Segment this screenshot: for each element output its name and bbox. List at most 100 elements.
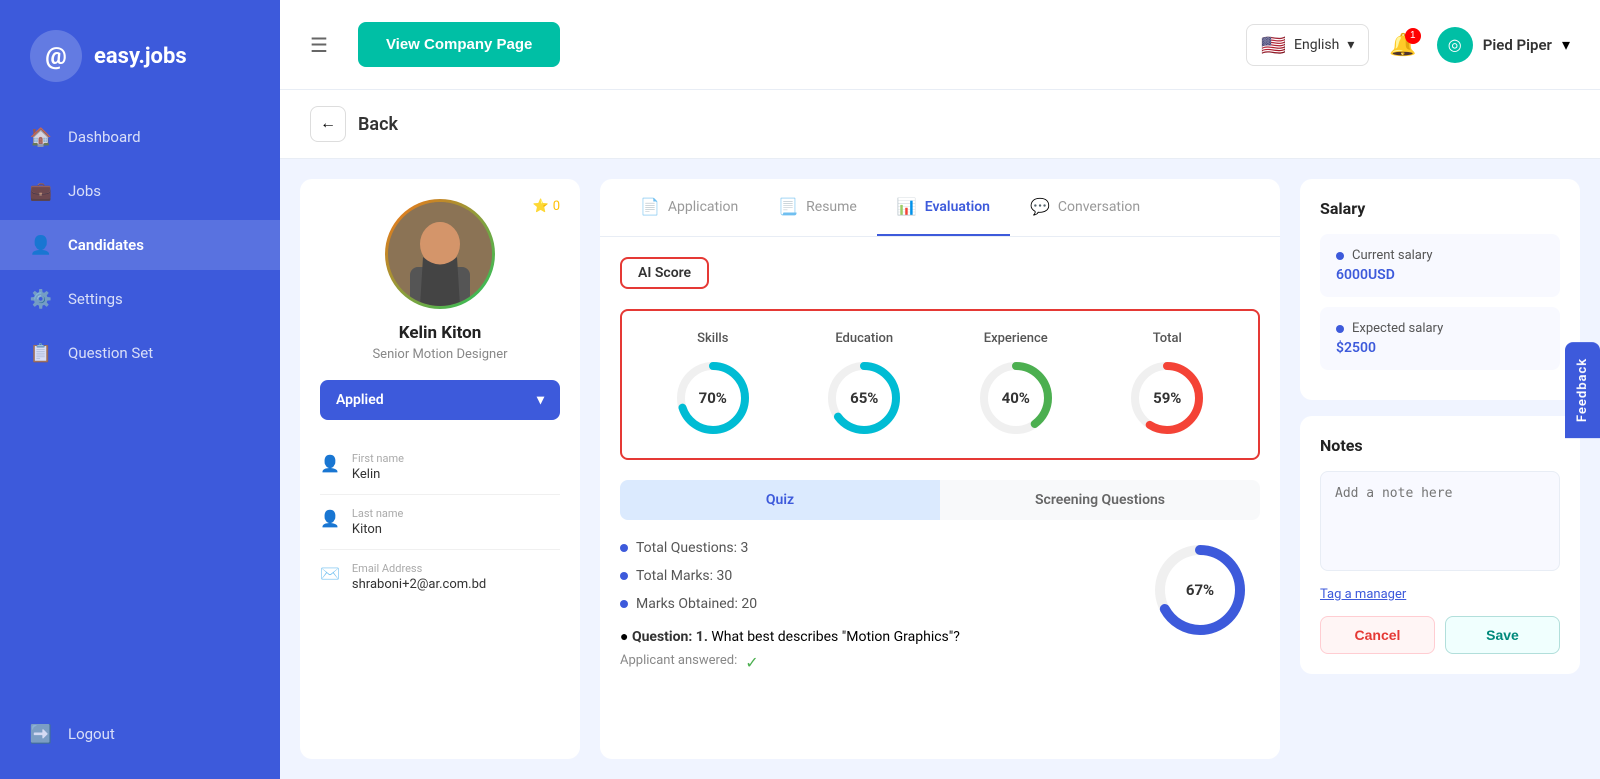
quiz-donut-value: 67% — [1186, 581, 1214, 599]
question-set-icon: 📋 — [30, 342, 52, 364]
sidebar-item-label: Candidates — [68, 236, 144, 254]
last-name-field: 👤 Last name Kiton — [320, 495, 560, 550]
notes-card: Notes Tag a manager Cancel Save — [1300, 416, 1580, 674]
sidebar: @ easy.jobs 🏠 Dashboard 💼 Jobs 👤 Candida… — [0, 0, 280, 779]
last-name-label: Last name — [352, 507, 403, 520]
tab-evaluation[interactable]: 📊 Evaluation — [877, 179, 1010, 236]
current-salary-dot — [1336, 252, 1344, 260]
sidebar-item-settings[interactable]: ⚙️ Settings — [0, 274, 280, 324]
total-marks-stat: Total Marks: 30 — [620, 568, 1120, 584]
tab-evaluation-label: Evaluation — [925, 199, 990, 215]
logo-text: easy.jobs — [94, 44, 187, 69]
status-dropdown[interactable]: Applied ▾ — [320, 380, 560, 420]
back-button[interactable]: ← — [310, 106, 346, 142]
salary-card: Salary Current salary 6000USD Expected s… — [1300, 179, 1580, 400]
resume-tab-icon: 📃 — [778, 197, 798, 216]
ai-score-badge: AI Score — [620, 257, 709, 289]
donut-container: 65% — [824, 358, 904, 438]
score-item: Total 59% — [1097, 331, 1239, 438]
sidebar-logo: @ easy.jobs — [0, 20, 280, 112]
view-company-button[interactable]: View Company Page — [358, 22, 560, 67]
back-label: Back — [358, 114, 398, 135]
sidebar-item-question-set[interactable]: 📋 Question Set — [0, 328, 280, 378]
first-name-value: Kelin — [352, 467, 404, 482]
question-text: What best describes "Motion Graphics"? — [711, 629, 960, 645]
sidebar-item-label: Jobs — [68, 182, 101, 200]
expected-salary-item: Expected salary $2500 — [1320, 307, 1560, 370]
status-label: Applied — [336, 392, 384, 408]
score-label: Experience — [984, 331, 1048, 346]
sidebar-item-dashboard[interactable]: 🏠 Dashboard — [0, 112, 280, 162]
quiz-question: ● Question: 1. What best describes "Moti… — [620, 628, 1120, 645]
notes-actions: Cancel Save — [1320, 616, 1560, 654]
sidebar-item-label: Settings — [68, 290, 123, 308]
conversation-tab-icon: 💬 — [1030, 197, 1050, 216]
logout-button[interactable]: ➡️ Logout — [0, 709, 280, 759]
evaluation-tab-icon: 📊 — [897, 197, 917, 216]
company-selector[interactable]: ◎ Pied Piper ▾ — [1437, 27, 1570, 63]
quiz-donut: 67% — [1150, 540, 1250, 640]
sidebar-item-label: Question Set — [68, 344, 153, 362]
quiz-content: Total Questions: 3 Total Marks: 30 Marks… — [620, 540, 1260, 672]
content: ← Back ⭐ 0 — [280, 90, 1600, 779]
avatar-wrapper — [385, 199, 495, 309]
avatar — [388, 202, 492, 306]
last-name-value: Kiton — [352, 522, 403, 537]
sub-tab-bar: Quiz Screening Questions — [620, 480, 1260, 520]
sidebar-item-candidates[interactable]: 👤 Candidates — [0, 220, 280, 270]
star-badge: ⭐ 0 — [533, 199, 561, 214]
company-avatar: ◎ — [1437, 27, 1473, 63]
current-salary-item: Current salary 6000USD — [1320, 234, 1560, 297]
salary-section-title: Salary — [1320, 199, 1560, 218]
tab-conversation-label: Conversation — [1058, 199, 1140, 215]
current-salary-amount: 6000USD — [1336, 267, 1544, 283]
first-name-label: First name — [352, 452, 404, 465]
notes-textarea[interactable] — [1320, 471, 1560, 571]
bullet-icon-2 — [620, 572, 628, 580]
score-item: Experience 40% — [945, 331, 1087, 438]
expected-salary-dot — [1336, 325, 1344, 333]
candidates-icon: 👤 — [30, 234, 52, 256]
hamburger-icon[interactable]: ☰ — [310, 33, 328, 57]
right-sidebar: Salary Current salary 6000USD Expected s… — [1300, 179, 1580, 759]
feedback-tab[interactable]: Feedback — [1565, 341, 1600, 437]
jobs-icon: 💼 — [30, 180, 52, 202]
sub-tab-screening[interactable]: Screening Questions — [940, 480, 1260, 520]
candidate-title: Senior Motion Designer — [372, 347, 507, 362]
notification-button[interactable]: 🔔 1 — [1389, 32, 1416, 58]
score-item: Education 65% — [794, 331, 936, 438]
email-label: Email Address — [352, 562, 486, 575]
sub-tab-quiz[interactable]: Quiz — [620, 480, 940, 520]
language-selector[interactable]: 🇺🇸 English ▾ — [1246, 24, 1369, 66]
candidate-card: ⭐ 0 — [300, 179, 580, 759]
donut-value: 65% — [850, 389, 878, 407]
current-salary-label: Current salary — [1336, 248, 1544, 263]
quiz-info: Total Questions: 3 Total Marks: 30 Marks… — [620, 540, 1120, 672]
score-label: Skills — [697, 331, 728, 346]
tab-resume[interactable]: 📃 Resume — [758, 179, 877, 236]
user-icon-2: 👤 — [320, 509, 340, 537]
score-item: Skills 70% — [642, 331, 784, 438]
first-name-field: 👤 First name Kelin — [320, 440, 560, 495]
donut-value: 59% — [1153, 389, 1181, 407]
donut-container: 59% — [1127, 358, 1207, 438]
tab-conversation[interactable]: 💬 Conversation — [1010, 179, 1160, 236]
total-marks: Total Marks: 30 — [636, 568, 732, 584]
candidate-name: Kelin Kiton — [399, 323, 482, 343]
bullet-icon-3 — [620, 600, 628, 608]
cancel-button[interactable]: Cancel — [1320, 616, 1435, 654]
star-count: 0 — [553, 199, 560, 214]
settings-icon: ⚙️ — [30, 288, 52, 310]
flag-icon: 🇺🇸 — [1261, 33, 1286, 57]
tab-bar: 📄 Application 📃 Resume 📊 Evaluation 💬 Co… — [600, 179, 1280, 237]
notes-section-title: Notes — [1320, 436, 1560, 455]
question-number: Question: 1. — [632, 629, 708, 645]
tab-application[interactable]: 📄 Application — [620, 179, 758, 236]
sidebar-item-jobs[interactable]: 💼 Jobs — [0, 166, 280, 216]
tag-manager-link[interactable]: Tag a manager — [1320, 587, 1560, 602]
bullet-icon — [620, 544, 628, 552]
back-bar: ← Back — [280, 90, 1600, 159]
company-chevron-icon: ▾ — [1562, 35, 1570, 54]
save-button[interactable]: Save — [1445, 616, 1560, 654]
content-area: ⭐ 0 — [280, 159, 1600, 779]
